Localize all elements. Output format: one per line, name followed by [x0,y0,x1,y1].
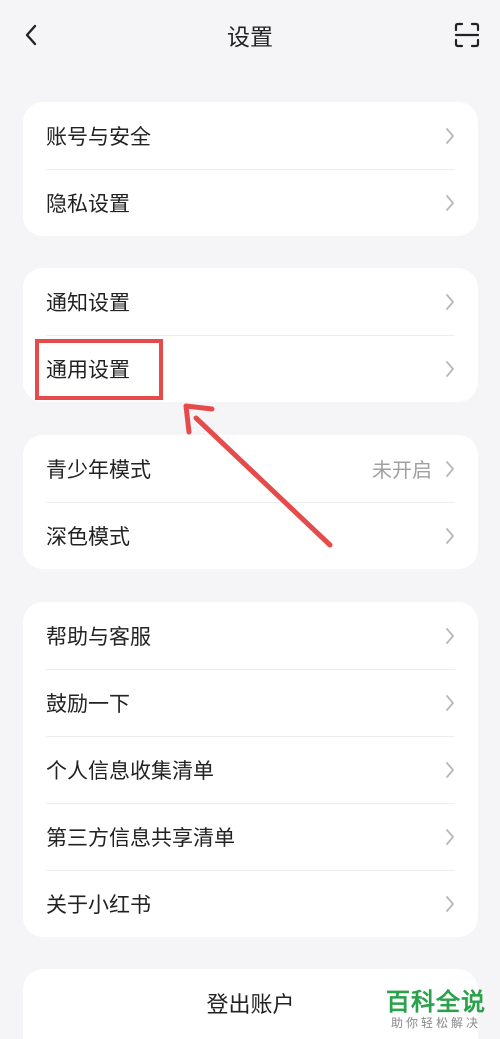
settings-item-privacy[interactable]: 隐私设置 [23,169,478,236]
settings-item-personal-info-list[interactable]: 个人信息收集清单 [23,736,478,803]
teen-mode-status: 未开启 [372,458,432,482]
chevron-right-icon [444,760,458,780]
settings-item-encourage[interactable]: 鼓励一下 [23,669,478,736]
settings-item-label: 关于小红书 [46,892,151,917]
settings-item-label: 青少年模式 [46,457,151,482]
settings-item-notifications[interactable]: 通知设置 [23,268,478,335]
top-bar: 设置 [0,0,500,70]
settings-item-label: 鼓励一下 [46,691,130,716]
chevron-right-icon [444,526,458,546]
chevron-right-icon [444,359,458,379]
chevron-right-icon [444,459,458,479]
chevron-right-icon [444,126,458,146]
settings-item-help[interactable]: 帮助与客服 [23,602,478,669]
settings-item-label: 帮助与客服 [46,624,151,649]
settings-item-label: 深色模式 [46,524,130,549]
chevron-right-icon [444,693,458,713]
chevron-right-icon [444,292,458,312]
chevron-right-icon [444,894,458,914]
settings-item-label: 第三方信息共享清单 [46,825,235,850]
highlight-box [35,339,163,400]
settings-item-third-party-list[interactable]: 第三方信息共享清单 [23,803,478,870]
watermark-title: 百科全说 [386,988,486,1016]
page-title: 设置 [227,25,273,51]
settings-group-account: 账号与安全 隐私设置 [23,102,478,236]
settings-item-teen-mode[interactable]: 青少年模式 未开启 [23,435,478,502]
settings-item-about[interactable]: 关于小红书 [23,870,478,937]
settings-item-dark-mode[interactable]: 深色模式 [23,502,478,569]
chevron-right-icon [444,193,458,213]
scan-button[interactable] [452,20,482,50]
settings-group-modes: 青少年模式 未开启 深色模式 [23,435,478,569]
logout-label: 登出账户 [206,993,295,1018]
watermark-subtitle: 助你轻松解决 [390,1016,481,1030]
settings-item-label: 账号与安全 [46,124,151,149]
watermark: 百科全说 助你轻松解决 [386,988,486,1030]
chevron-right-icon [444,626,458,646]
settings-item-label: 个人信息收集清单 [46,758,214,783]
settings-item-label: 隐私设置 [46,191,130,216]
settings-group-help: 帮助与客服 鼓励一下 个人信息收集清单 第三方信息共享清单 关于小红书 [23,602,478,937]
settings-item-account-security[interactable]: 账号与安全 [23,102,478,169]
scan-icon [454,22,480,48]
settings-item-label: 通知设置 [46,290,130,315]
chevron-right-icon [444,827,458,847]
